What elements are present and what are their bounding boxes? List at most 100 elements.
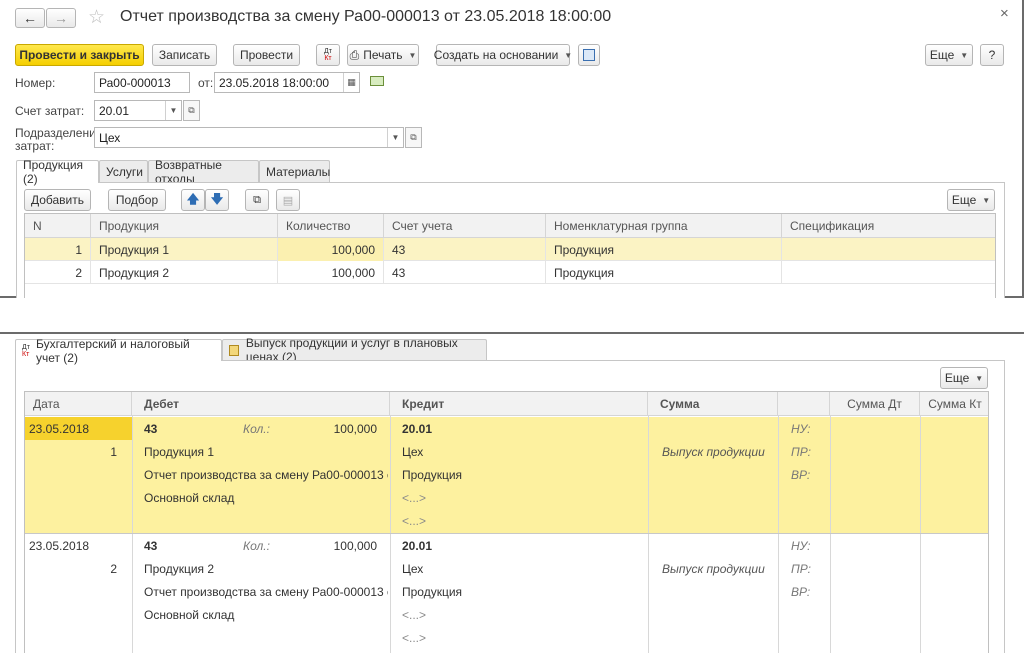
entry-number: 2 [110, 561, 117, 576]
entry-content[interactable]: Выпуск продукции [654, 557, 773, 580]
column-header-product[interactable]: Продукция [91, 214, 278, 238]
group-cell[interactable]: Продукция [546, 261, 782, 284]
chevron-down-icon: ▼ [960, 50, 969, 60]
forward-button[interactable]: → [46, 8, 76, 28]
open-division-button[interactable]: ⧉ [405, 127, 422, 148]
debit-subconto[interactable]: Отчет производства за смену Ра00-000013 … [136, 463, 388, 486]
postings-more-button[interactable]: Еще ▼ [940, 367, 988, 389]
tab-accounting[interactable]: Дт Кт Бухгалтерский и налоговый учет (2) [15, 337, 222, 365]
credit-subconto[interactable]: Продукция [394, 580, 470, 603]
credit-account[interactable]: 20.01 [394, 534, 440, 557]
debit-subconto[interactable]: Основной склад [136, 486, 242, 509]
dt-kt-button[interactable]: Дт Кт [316, 44, 340, 66]
column-header-sum-dt[interactable]: Сумма Дт [830, 392, 920, 416]
date-field[interactable]: 23.05.2018 18:00:00 ▦ [214, 72, 360, 93]
product-cell[interactable]: Продукция 1 [91, 238, 278, 261]
credit-subconto[interactable]: Цех [394, 440, 431, 463]
credit-subconto[interactable]: <...> [394, 626, 434, 649]
credit-subconto[interactable]: <...> [394, 603, 434, 626]
post-button[interactable]: Провести [233, 44, 300, 66]
more-label: Еще [951, 193, 977, 207]
cost-account-field[interactable]: 20.01 ▼ [94, 100, 182, 121]
spec-cell[interactable] [782, 261, 995, 284]
products-more-button[interactable]: Еще ▼ [947, 189, 995, 211]
move-down-button[interactable]: 🡇 [205, 189, 229, 211]
debit-account[interactable]: 43 [136, 417, 165, 440]
tab-services[interactable]: Услуги [99, 160, 148, 182]
tab-products[interactable]: Продукция (2) [16, 158, 99, 186]
debit-qty[interactable]: 100,000 [305, 417, 385, 440]
number-field[interactable]: Ра00-000013 [94, 72, 190, 93]
help-button[interactable]: ? [980, 44, 1004, 66]
credit-subconto[interactable]: <...> [394, 509, 434, 532]
table-row[interactable]: 1 Продукция 1 100,000 43 Продукция [25, 238, 995, 261]
tab-materials[interactable]: Материалы [259, 160, 330, 182]
pick-button[interactable]: Подбор [108, 189, 166, 211]
add-button[interactable]: Добавить [24, 189, 91, 211]
save-button[interactable]: Записать [152, 44, 217, 66]
debit-qty[interactable]: 100,000 [305, 534, 385, 557]
entry-content[interactable]: Выпуск продукции [654, 440, 773, 463]
column-header-sum[interactable]: Сумма [648, 392, 778, 416]
column-header-n[interactable]: N [25, 214, 91, 238]
postings-table-header: Дата Дебет Кредит Сумма Сумма Дт Сумма К… [25, 392, 988, 416]
tax-label: ВР: [791, 584, 811, 599]
dt-kt-icon: Дт Кт [324, 48, 332, 62]
move-up-button[interactable]: 🡅 [181, 189, 205, 211]
account-cell[interactable]: 43 [384, 261, 546, 284]
account-cell[interactable]: 43 [384, 238, 546, 261]
debit-subconto[interactable]: Основной склад [136, 603, 242, 626]
credit-subconto[interactable]: Продукция [394, 463, 470, 486]
debit-subconto[interactable]: Продукция 1 [136, 440, 222, 463]
credit-subconto[interactable]: Цех [394, 557, 431, 580]
column-header-quantity[interactable]: Количество [278, 214, 384, 238]
back-button[interactable]: ← [15, 8, 45, 28]
product-cell[interactable]: Продукция 2 [91, 261, 278, 284]
column-header-credit[interactable]: Кредит [390, 392, 648, 416]
column-header-spec[interactable]: Спецификация [782, 214, 995, 238]
date-value: 23.05.2018 18:00:00 [219, 75, 330, 90]
quantity-cell[interactable]: 100,000 [278, 261, 384, 284]
print-button[interactable]: ⎙ Печать ▼ [347, 44, 419, 66]
column-header-debit[interactable]: Дебет [132, 392, 390, 416]
post-and-close-button[interactable]: Провести и закрыть [15, 44, 144, 66]
tab-accounting-label: Бухгалтерский и налоговый учет (2) [35, 336, 190, 365]
column-header-account[interactable]: Счет учета [384, 214, 546, 238]
row-number: 2 [25, 261, 91, 284]
debit-account[interactable]: 43 [136, 534, 165, 557]
chevron-down-icon[interactable]: ▼ [387, 128, 403, 147]
debit-subconto[interactable]: Продукция 2 [136, 557, 222, 580]
tab-planned-prices[interactable]: Выпуск продукции и услуг в плановых цена… [222, 336, 487, 364]
edit-icon[interactable] [370, 76, 384, 86]
copy-button[interactable]: ⧉ [245, 189, 269, 211]
table-row[interactable]: 2 Продукция 2 100,000 43 Продукция [25, 261, 995, 284]
paste-button[interactable]: ▤ [276, 189, 300, 211]
clipboard-icon: ▤ [282, 194, 294, 207]
close-icon[interactable]: × [1000, 5, 1009, 22]
division-value: Цех [99, 130, 121, 145]
calendar-icon[interactable]: ▦ [343, 73, 359, 92]
tab-returnable-waste[interactable]: Возвратные отходы [148, 158, 259, 186]
printer-icon: ⎙ [349, 47, 360, 62]
column-header-date[interactable]: Дата [25, 392, 132, 416]
column-header-group[interactable]: Номенклатурная группа [546, 214, 782, 238]
entry-number: 1 [110, 444, 117, 459]
open-account-button[interactable]: ⧉ [183, 100, 200, 121]
credit-subconto[interactable]: <...> [394, 486, 434, 509]
tax-label: НУ: [791, 421, 811, 436]
chevron-down-icon[interactable]: ▼ [165, 101, 181, 120]
create-based-button[interactable]: Создать на основании ▼ [434, 44, 572, 66]
column-header-sum-kt[interactable]: Сумма Кт [920, 392, 988, 416]
credit-account[interactable]: 20.01 [394, 417, 440, 440]
division-field[interactable]: Цех ▼ [94, 127, 404, 148]
entry-date[interactable]: 23.05.2018 [25, 417, 132, 440]
quantity-cell[interactable]: 100,000 [278, 238, 384, 261]
favorite-star-icon[interactable]: ☆ [88, 6, 105, 29]
more-button[interactable]: Еще ▼ [925, 44, 973, 66]
group-cell[interactable]: Продукция [546, 238, 782, 261]
entry-date[interactable]: 23.05.2018 [25, 534, 132, 557]
debit-subconto[interactable]: Отчет производства за смену Ра00-000013 … [136, 580, 388, 603]
tax-label: ВР: [791, 467, 811, 482]
structure-button[interactable] [578, 44, 600, 66]
spec-cell[interactable] [782, 238, 995, 261]
